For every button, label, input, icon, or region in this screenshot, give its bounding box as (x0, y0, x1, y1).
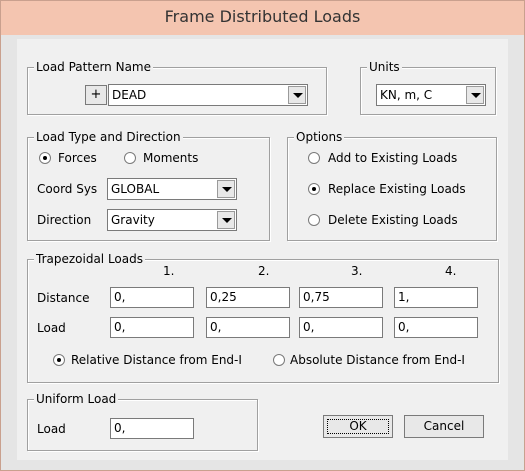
load-pattern-group: Load Pattern Name + DEAD (27, 60, 327, 115)
title-bar[interactable]: Frame Distributed Loads (1, 1, 524, 35)
direction-select[interactable]: Gravity (107, 209, 237, 231)
add-to-existing-radio[interactable] (308, 152, 320, 164)
load-input-3[interactable]: 0, (299, 317, 383, 338)
moments-label: Moments (143, 151, 199, 165)
relative-distance-radio[interactable] (53, 354, 65, 366)
add-load-pattern-button[interactable]: + (85, 85, 107, 105)
distance-input-3[interactable]: 0,75 (299, 287, 383, 308)
distance-label: Distance (37, 291, 90, 305)
direction-label: Direction (37, 213, 92, 227)
forces-label: Forces (58, 151, 97, 165)
options-legend: Options (294, 130, 345, 144)
frame-distributed-loads-dialog: Frame Distributed Loads Load Pattern Nam… (0, 0, 525, 471)
absolute-distance-radio[interactable] (273, 354, 285, 366)
column-header-3: 3. (351, 264, 363, 278)
coord-sys-select[interactable]: GLOBAL (107, 178, 237, 200)
ok-button-label: OK (349, 419, 367, 433)
direction-value: Gravity (111, 213, 155, 227)
units-select[interactable]: KN, m, C (376, 84, 486, 106)
add-to-existing-label: Add to Existing Loads (328, 151, 458, 165)
delete-existing-label: Delete Existing Loads (328, 213, 458, 227)
load-type-group: Load Type and Direction Forces Moments C… (27, 130, 270, 241)
chevron-down-icon[interactable] (217, 211, 235, 229)
chevron-down-icon[interactable] (466, 86, 484, 104)
chevron-down-icon[interactable] (288, 86, 306, 104)
trapezoidal-loads-legend: Trapezoidal Loads (34, 252, 145, 266)
distance-input-1[interactable]: 0, (110, 287, 194, 308)
column-header-4: 4. (445, 264, 457, 278)
load-type-legend: Load Type and Direction (34, 130, 183, 144)
cancel-button[interactable]: Cancel (404, 415, 484, 438)
uniform-load-legend: Uniform Load (34, 392, 119, 406)
coord-sys-value: GLOBAL (111, 182, 160, 196)
dialog-body: Load Pattern Name + DEAD Units KN, m, C … (17, 39, 508, 460)
replace-existing-radio[interactable] (308, 183, 320, 195)
load-pattern-select[interactable]: DEAD (108, 84, 308, 106)
replace-existing-label: Replace Existing Loads (328, 182, 466, 196)
uniform-load-input[interactable]: 0, (110, 418, 194, 439)
column-header-2: 2. (258, 264, 270, 278)
load-label: Load (37, 321, 66, 335)
options-group: Options Add to Existing Loads Replace Ex… (287, 130, 497, 241)
forces-radio[interactable] (39, 152, 51, 164)
ok-button[interactable]: OK (323, 415, 393, 438)
column-header-1: 1. (163, 264, 175, 278)
load-input-4[interactable]: 0, (394, 317, 478, 338)
uniform-load-label: Load (37, 422, 66, 436)
dialog-title: Frame Distributed Loads (164, 7, 361, 26)
units-legend: Units (367, 60, 402, 74)
load-pattern-legend: Load Pattern Name (34, 60, 153, 74)
units-value: KN, m, C (380, 88, 433, 102)
uniform-load-group: Uniform Load Load 0, (27, 392, 258, 451)
chevron-down-icon[interactable] (217, 180, 235, 198)
units-group: Units KN, m, C (360, 60, 496, 115)
trapezoidal-loads-group: Trapezoidal Loads 1. 2. 3. 4. Distance 0… (27, 252, 499, 383)
moments-radio[interactable] (124, 152, 136, 164)
cancel-button-label: Cancel (423, 419, 465, 433)
load-input-2[interactable]: 0, (206, 317, 290, 338)
absolute-distance-label: Absolute Distance from End-I (290, 353, 465, 367)
coord-sys-label: Coord Sys (37, 182, 98, 196)
load-input-1[interactable]: 0, (110, 317, 194, 338)
load-pattern-value: DEAD (112, 88, 147, 102)
distance-input-2[interactable]: 0,25 (206, 287, 290, 308)
relative-distance-label: Relative Distance from End-I (71, 353, 242, 367)
distance-input-4[interactable]: 1, (394, 287, 478, 308)
delete-existing-radio[interactable] (308, 214, 320, 226)
